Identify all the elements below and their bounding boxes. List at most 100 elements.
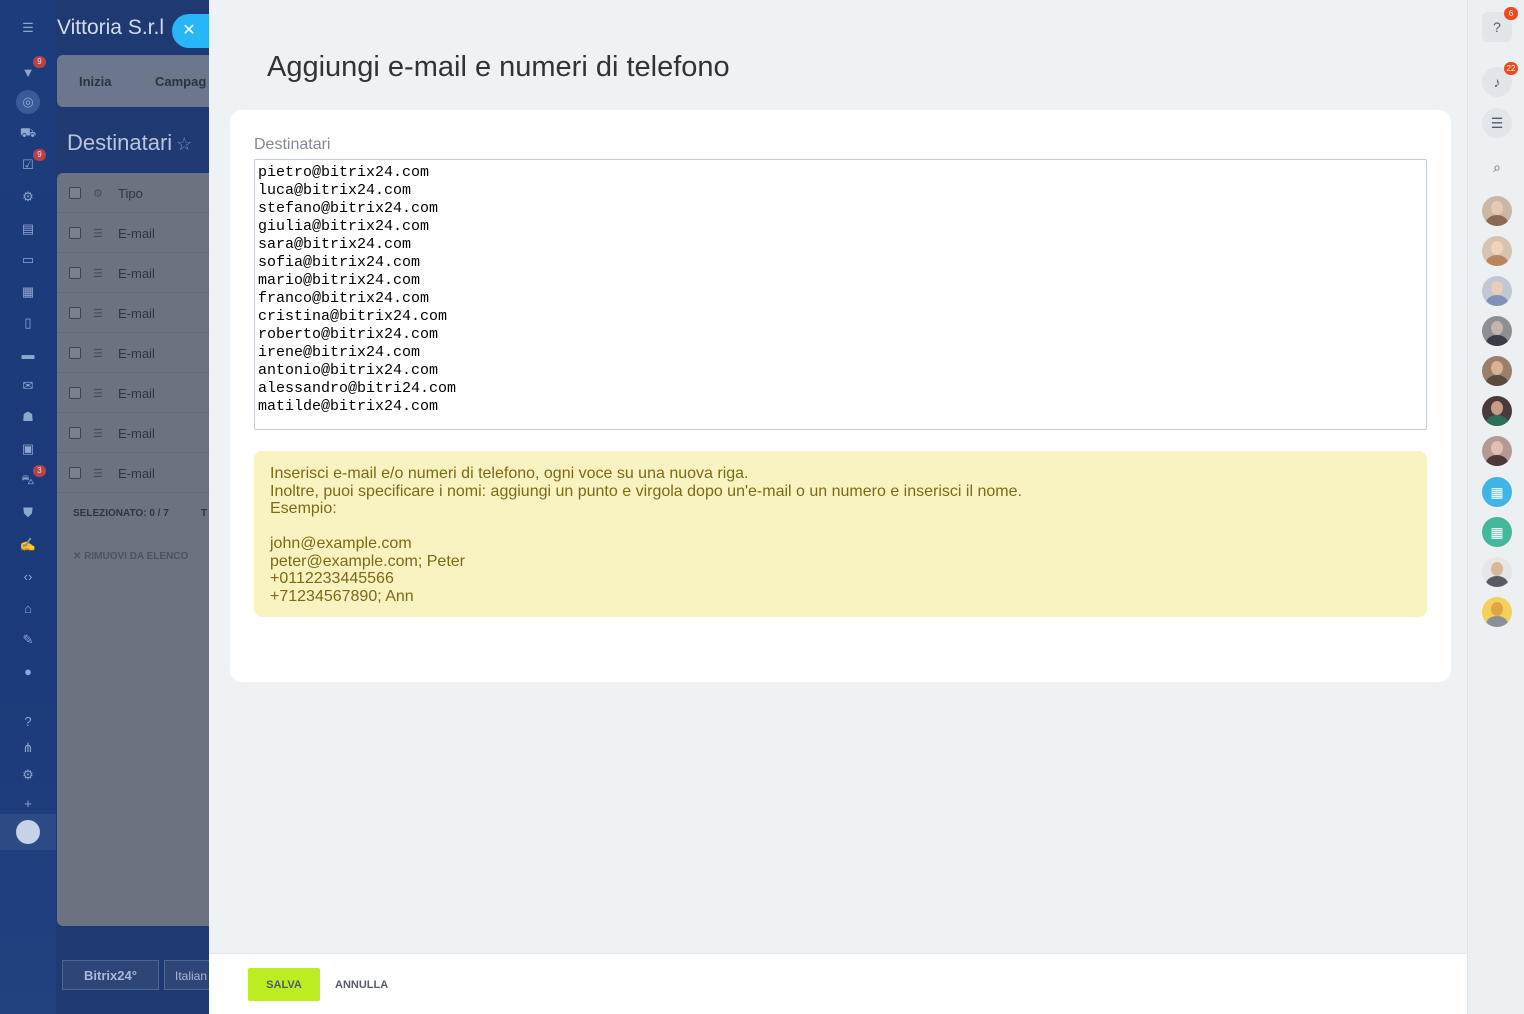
- hint-example: +0112233445566: [270, 570, 394, 587]
- search-button[interactable]: ⌕: [1482, 152, 1512, 182]
- sign-icon[interactable]: ✍: [16, 535, 40, 555]
- help-button[interactable]: ? 6: [1482, 7, 1518, 42]
- calendar-icon[interactable]: ▦: [1482, 477, 1512, 507]
- background-table: ⚙ Tipo ☰ E-mail ☰ E-mail ☰ E-mail ☰ E-mail ☰…: [57, 173, 209, 926]
- row-checkbox[interactable]: [69, 227, 81, 239]
- drag-handle-icon[interactable]: ☰: [93, 467, 103, 480]
- drag-handle-icon[interactable]: ☰: [93, 387, 103, 400]
- drag-handle-icon[interactable]: ☰: [93, 267, 103, 280]
- tab-inizia[interactable]: Inizia: [79, 74, 112, 89]
- right-sidebar: ? 6 ♪ 22 ☰ ⌕ ▦ ▦: [1467, 0, 1524, 1014]
- cart-icon[interactable]: ⛟: [16, 124, 40, 144]
- notifications-badge: 22: [1504, 62, 1518, 75]
- row-checkbox[interactable]: [69, 427, 81, 439]
- drive-icon[interactable]: ▬: [16, 344, 40, 364]
- tasks-icon[interactable]: ☑ 9: [16, 149, 46, 175]
- slider-footer: SALVA ANNULLA: [209, 953, 1467, 1014]
- recipients-card: Destinatari Inserisci e-mail e/o numeri …: [230, 110, 1451, 682]
- groups-icon[interactable]: ☗: [16, 407, 40, 427]
- row-checkbox[interactable]: [69, 467, 81, 479]
- star-icon[interactable]: ☆: [176, 134, 192, 154]
- table-row: ☰ E-mail: [57, 413, 209, 453]
- avatar[interactable]: [1482, 396, 1512, 426]
- settings-icon[interactable]: ⚙: [16, 765, 40, 785]
- avatar[interactable]: [1482, 436, 1512, 466]
- check-circle-icon[interactable]: ●: [16, 661, 40, 681]
- row-type: E-mail: [118, 266, 155, 281]
- close-icon: ✕: [73, 551, 85, 562]
- selected-trailing: T: [201, 508, 208, 519]
- recipients-label: Destinatari: [254, 136, 331, 153]
- filter-icon[interactable]: ▼ 9: [16, 56, 46, 82]
- row-checkbox[interactable]: [69, 387, 81, 399]
- row-checkbox[interactable]: [69, 307, 81, 319]
- contact-card-icon[interactable]: ▣: [16, 439, 40, 459]
- drag-handle-icon[interactable]: ☰: [93, 227, 103, 240]
- help-badge: 6: [1504, 7, 1518, 20]
- chat-icon[interactable]: ▭: [16, 250, 40, 270]
- mail-icon[interactable]: ✉: [16, 376, 40, 396]
- hint-line: Esempio:: [270, 500, 337, 517]
- target-icon[interactable]: ◎: [16, 90, 40, 114]
- avatar[interactable]: [1482, 557, 1512, 587]
- recipients-textarea[interactable]: [254, 159, 1427, 430]
- calendar-icon[interactable]: ▦: [1482, 517, 1512, 547]
- row-checkbox[interactable]: [69, 347, 81, 359]
- row-type: E-mail: [118, 226, 155, 241]
- chat-button[interactable]: ☰: [1482, 108, 1512, 138]
- tasks-badge: 9: [33, 149, 46, 161]
- table-row: ☰ E-mail: [57, 213, 209, 253]
- code-icon[interactable]: ‹›: [16, 566, 40, 586]
- company-name: Vittoria S.r.l: [57, 16, 164, 39]
- page-title: Aggiungi e-mail e numeri di telefono: [267, 51, 730, 83]
- table-row: ☰ E-mail: [57, 253, 209, 293]
- row-type: E-mail: [118, 466, 155, 481]
- remove-from-list-button[interactable]: ✕ RIMUOVI DA ELENCO: [73, 551, 188, 562]
- drag-handle-icon[interactable]: ☰: [93, 427, 103, 440]
- table-row: ☰ E-mail: [57, 293, 209, 333]
- store-icon[interactable]: ⌂: [16, 598, 40, 618]
- shield-icon[interactable]: ⛊: [16, 503, 40, 523]
- avatar[interactable]: [1482, 236, 1512, 266]
- add-icon[interactable]: +: [16, 793, 40, 813]
- select-all-checkbox[interactable]: [69, 187, 81, 199]
- crown-icon[interactable]: [0, 814, 56, 850]
- background-tabs: Inizia Campag: [57, 55, 209, 107]
- filter-badge: 9: [33, 56, 46, 68]
- document-icon[interactable]: ▯: [16, 313, 40, 333]
- car-icon[interactable]: ⛍ 3: [16, 465, 46, 491]
- notifications-button[interactable]: ♪ 22: [1482, 62, 1518, 97]
- avatar[interactable]: [1482, 316, 1512, 346]
- hint-line: Inoltre, puoi specificare i nomi: aggiun…: [270, 482, 1022, 500]
- selected-counter: SELEZIONATO: 0 / 7: [73, 508, 169, 519]
- avatar[interactable]: [1482, 276, 1512, 306]
- save-button[interactable]: SALVA: [248, 968, 320, 1001]
- bitrix24-logo[interactable]: Bitrix24°: [62, 960, 159, 990]
- slider-panel: Aggiungi e-mail e numeri di telefono Des…: [209, 0, 1467, 1014]
- avatar[interactable]: [1482, 356, 1512, 386]
- help-icon: ?: [1493, 19, 1501, 35]
- structure-icon[interactable]: ⋔: [16, 738, 40, 758]
- search-icon: ⌕: [1493, 158, 1501, 175]
- gear-icon[interactable]: ⚙: [93, 187, 103, 200]
- hint-example: peter@example.com; Peter: [270, 552, 465, 570]
- drag-handle-icon[interactable]: ☰: [93, 307, 103, 320]
- table-header: ⚙ Tipo: [57, 173, 209, 213]
- chat-icon: ☰: [1490, 114, 1504, 131]
- drag-handle-icon[interactable]: ☰: [93, 347, 103, 360]
- close-slider-button[interactable]: ✕: [172, 14, 212, 48]
- row-type: E-mail: [118, 426, 155, 441]
- menu-icon[interactable]: ☰: [16, 18, 40, 38]
- feed-icon[interactable]: ▤: [16, 219, 40, 239]
- avatar[interactable]: [1482, 196, 1512, 226]
- calendar-icon[interactable]: ▦: [16, 282, 40, 302]
- tab-campagne[interactable]: Campag: [155, 74, 206, 89]
- pen-icon[interactable]: ✎: [16, 630, 40, 650]
- row-checkbox[interactable]: [69, 267, 81, 279]
- car-badge: 3: [33, 465, 46, 477]
- cancel-button[interactable]: ANNULLA: [329, 968, 394, 1001]
- hint-box: Inserisci e-mail e/o numeri di telefono,…: [254, 451, 1427, 617]
- help-icon[interactable]: ?: [16, 711, 40, 731]
- automation-icon[interactable]: ⚙: [16, 187, 40, 207]
- avatar[interactable]: [1482, 597, 1512, 627]
